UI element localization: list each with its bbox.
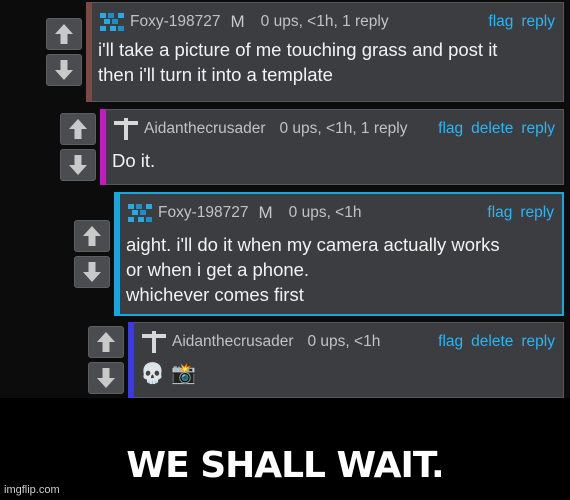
upvote-button[interactable] [88, 326, 124, 358]
arrow-up-icon [55, 24, 73, 44]
reply-link[interactable]: reply [521, 333, 555, 351]
downvote-button[interactable] [88, 362, 124, 394]
skull-camera-emoji: 💀 📸 [140, 361, 197, 385]
flag-link[interactable]: flag [487, 204, 512, 222]
arrow-up-icon [69, 119, 87, 139]
comment-line: aight. i'll do it when my camera actuall… [126, 234, 500, 255]
vote-controls [60, 109, 98, 185]
reply-link[interactable]: reply [521, 13, 555, 31]
comment-4: Aidanthecrusader 0 ups, <1h flag delete … [88, 322, 564, 398]
arrow-down-icon [83, 262, 101, 282]
comment-text: i'll take a picture of me touching grass… [98, 37, 555, 87]
imgflip-watermark: imgflip.com [4, 484, 60, 496]
comment-meta: 0 ups, <1h [307, 333, 381, 350]
username[interactable]: Foxy-198727 [158, 204, 248, 222]
comment-header: Aidanthecrusader 0 ups, <1h flag delete … [140, 331, 555, 353]
pixel-avatar-icon[interactable] [98, 11, 126, 33]
arrow-up-icon [83, 226, 101, 246]
comment-body: Foxy-198727 M 0 ups, <1h flag reply aigh… [120, 192, 564, 316]
comment-text: 💀 📸 [140, 361, 555, 386]
downvote-button[interactable] [74, 256, 110, 288]
username[interactable]: Foxy-198727 [130, 13, 220, 31]
comment-meta: 0 ups, <1h, 1 reply [260, 13, 389, 30]
cross-avatar-icon[interactable] [112, 118, 140, 140]
arrow-down-icon [69, 155, 87, 175]
comment-header: Foxy-198727 M 0 ups, <1h flag reply [126, 202, 554, 224]
arrow-down-icon [55, 60, 73, 80]
upvote-button[interactable] [46, 18, 82, 50]
vote-controls [46, 2, 84, 102]
comment-line: then i'll turn it into a template [98, 64, 333, 85]
comment-header: Foxy-198727 M 0 ups, <1h, 1 reply flag r… [98, 11, 555, 33]
comment-thread-screenshot: Foxy-198727 M 0 ups, <1h, 1 reply flag r… [0, 0, 570, 398]
comment-meta: 0 ups, <1h [288, 204, 362, 221]
arrow-up-icon [97, 332, 115, 352]
arrow-down-icon [97, 368, 115, 388]
delete-link[interactable]: delete [471, 333, 513, 351]
vote-controls [74, 192, 112, 316]
reply-link[interactable]: reply [521, 120, 555, 138]
delete-link[interactable]: delete [471, 120, 513, 138]
mod-badge: M [258, 203, 273, 222]
vote-controls [88, 322, 126, 398]
username[interactable]: Aidanthecrusader [144, 120, 266, 138]
meme-caption: WE SHALL WAIT. [126, 445, 444, 486]
comment-text: aight. i'll do it when my camera actuall… [126, 232, 554, 307]
flag-link[interactable]: flag [488, 13, 513, 31]
upvote-button[interactable] [74, 220, 110, 252]
username[interactable]: Aidanthecrusader [172, 333, 294, 351]
comment-1: Foxy-198727 M 0 ups, <1h, 1 reply flag r… [46, 2, 564, 102]
upvote-button[interactable] [60, 113, 96, 145]
comment-3: Foxy-198727 M 0 ups, <1h flag reply aigh… [74, 192, 564, 316]
cross-avatar-icon[interactable] [140, 331, 168, 353]
flag-link[interactable]: flag [438, 120, 463, 138]
pixel-avatar-icon[interactable] [126, 202, 154, 224]
reply-link[interactable]: reply [520, 204, 554, 222]
comment-line: or when i get a phone. [126, 259, 310, 280]
comment-body: Aidanthecrusader 0 ups, <1h flag delete … [134, 322, 564, 398]
comment-header: Aidanthecrusader 0 ups, <1h, 1 reply fla… [112, 118, 555, 140]
comment-line: i'll take a picture of me touching grass… [98, 39, 498, 60]
mod-badge: M [230, 12, 245, 31]
comment-body: Foxy-198727 M 0 ups, <1h, 1 reply flag r… [92, 2, 564, 102]
flag-link[interactable]: flag [438, 333, 463, 351]
comment-text: Do it. [112, 148, 555, 173]
comment-body: Aidanthecrusader 0 ups, <1h, 1 reply fla… [106, 109, 564, 185]
comment-line: whichever comes first [126, 284, 304, 305]
downvote-button[interactable] [60, 149, 96, 181]
comment-meta: 0 ups, <1h, 1 reply [279, 120, 408, 137]
comment-line: Do it. [112, 150, 156, 171]
downvote-button[interactable] [46, 54, 82, 86]
comment-2: Aidanthecrusader 0 ups, <1h, 1 reply fla… [60, 109, 564, 185]
